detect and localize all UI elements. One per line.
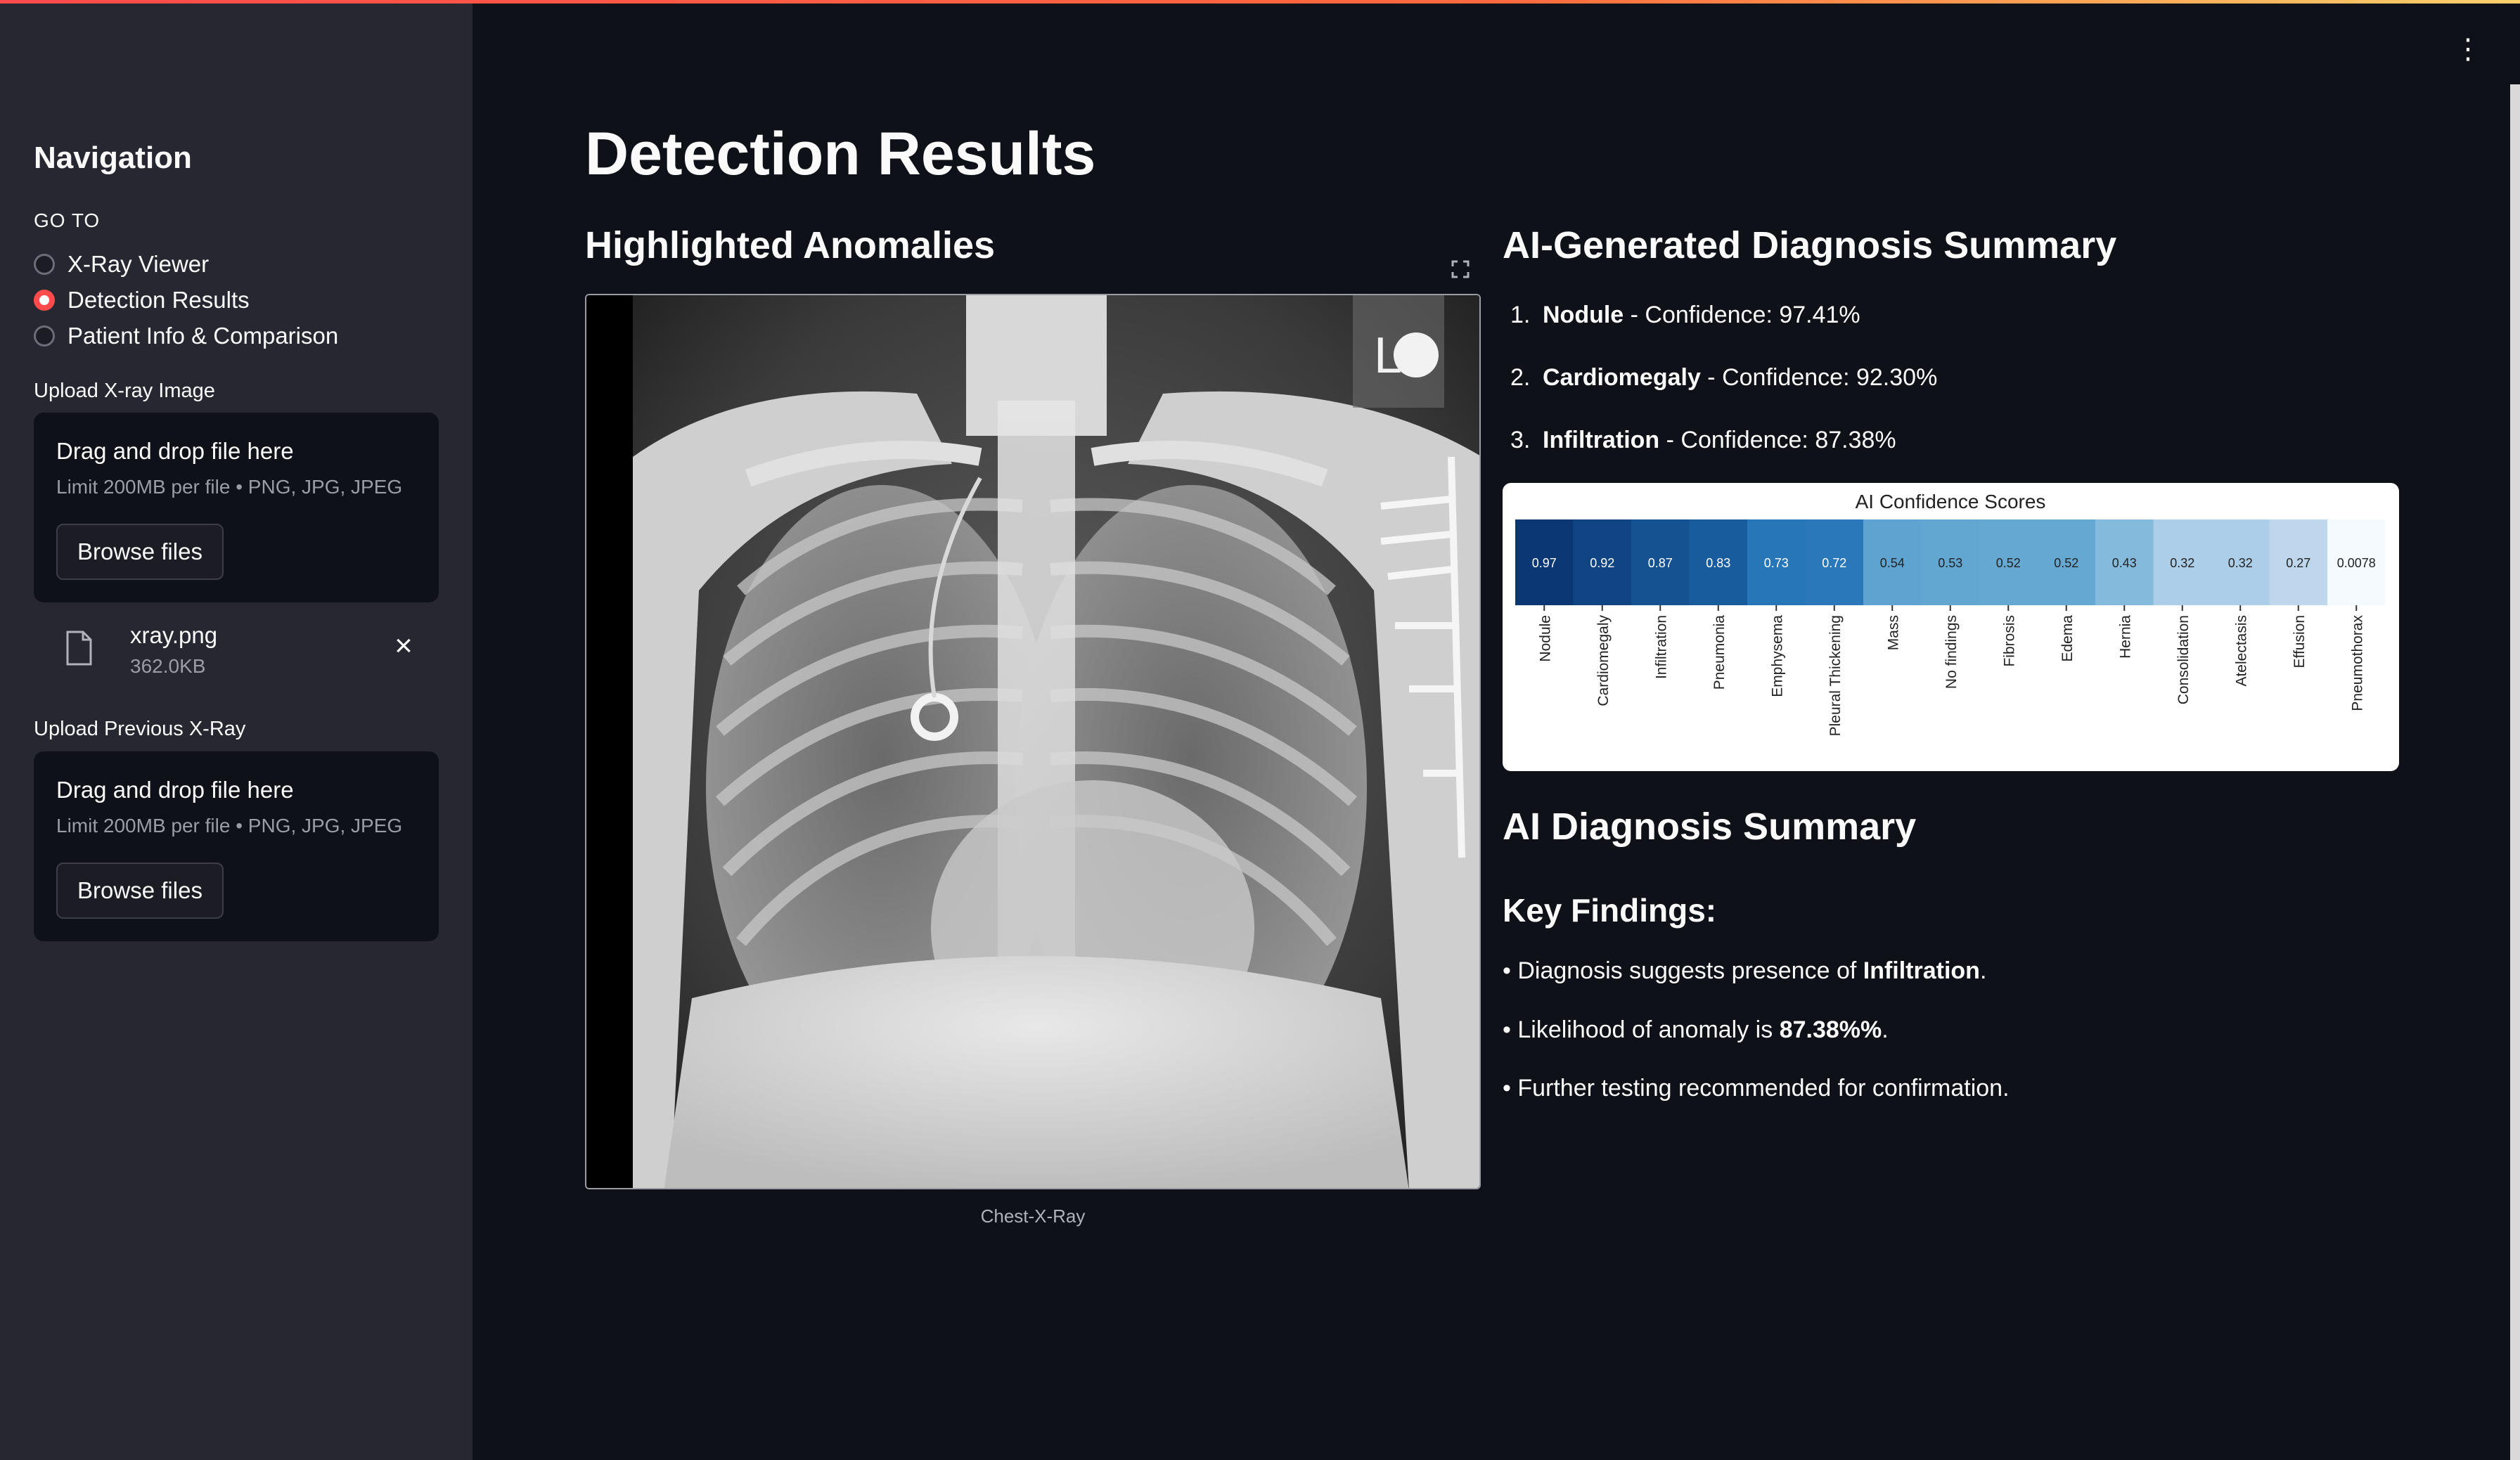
finding-confidence: 92.30% [1856, 364, 1938, 391]
summary-text: • Further testing recommended for confir… [1503, 1075, 2010, 1102]
chest-xray-illustration: L [586, 295, 1479, 1188]
goto-label: GO TO [34, 209, 101, 231]
highlighted-anomalies-heading: Highlighted Anomalies [585, 224, 996, 266]
radio-button-icon[interactable] [34, 254, 55, 275]
heatmap-category-label: Pneumothorax [2349, 615, 2365, 711]
dropzone-title: Drag and drop file here [56, 438, 294, 464]
file-name: xray.png [130, 622, 218, 648]
more-options-icon[interactable]: ⋮ [2454, 35, 2482, 63]
finding-item: 1. Nodule - Confidence: 97.41% [1510, 302, 1860, 329]
radio-detection-results[interactable]: Detection Results [34, 287, 250, 314]
summary-suffix: . [1882, 1016, 1889, 1043]
radio-button-icon[interactable] [34, 325, 55, 347]
summary-suffix: . [1979, 957, 1987, 984]
finding-confidence: 97.41% [1779, 302, 1860, 328]
upload-xray-label: Upload X-ray Image [34, 380, 215, 402]
image-caption: Chest-X-Ray [980, 1206, 1086, 1227]
heatmap-category-label: Infiltration [1653, 615, 1669, 679]
heatmap-value-label: 0.0078 [2337, 556, 2376, 570]
heatmap-value-label: 0.52 [2054, 556, 2078, 570]
finding-name: Cardiomegaly [1543, 364, 1701, 391]
finding-separator: - Confidence: [1659, 427, 1815, 453]
finding-separator: - Confidence: [1624, 302, 1780, 328]
remove-file-icon[interactable]: × [390, 631, 418, 661]
heatmap-category-label: Fibrosis [2001, 615, 2017, 667]
heatmap-category-label: Atelectasis [2233, 615, 2249, 687]
confidence-heatmap-card: AI Confidence Scores 0.97 Nodule 0.92 Cardi… [1503, 483, 2399, 771]
heatmap-category-label: No findings [1943, 615, 1960, 689]
finding-index: 3. [1510, 427, 1531, 453]
heatmap-category-label: Pneumonia [1711, 615, 1728, 690]
heatmap-category-label: Pleural Thickening [1827, 615, 1844, 736]
heatmap-category-label: Cardiomegaly [1595, 615, 1612, 706]
summary-bold: Infiltration [1863, 957, 1980, 984]
finding-confidence: 87.38% [1815, 427, 1896, 453]
radio-patient-info[interactable]: Patient Info & Comparison [34, 323, 338, 349]
browse-files-button[interactable]: Browse files [56, 524, 224, 580]
heatmap-value-label: 0.73 [1764, 556, 1789, 570]
finding-index: 2. [1510, 364, 1531, 391]
heatmap-value-label: 0.54 [1880, 556, 1905, 570]
file-size: 362.0KB [130, 655, 206, 677]
finding-name: Infiltration [1543, 427, 1660, 453]
upload-previous-dropzone[interactable]: Drag and drop file here Limit 200MB per … [34, 751, 439, 941]
finding-index: 1. [1510, 302, 1531, 328]
summary-bold: 87.38%% [1779, 1016, 1882, 1043]
heatmap-category-label: Nodule [1537, 615, 1553, 662]
radio-label: Detection Results [68, 287, 250, 313]
heatmap-value-label: 0.83 [1706, 556, 1730, 570]
heatmap-category-label: Edema [2059, 615, 2076, 662]
heatmap-value-label: 0.32 [2170, 556, 2194, 570]
xray-image: L [585, 294, 1481, 1189]
summary-text: • Diagnosis suggests presence of [1503, 957, 1863, 984]
browse-files-button[interactable]: Browse files [56, 863, 224, 919]
summary-text: • Likelihood of anomaly is [1503, 1016, 1780, 1043]
finding-separator: - Confidence: [1700, 364, 1856, 391]
radio-xray-viewer[interactable]: X-Ray Viewer [34, 251, 209, 278]
confidence-heatmap: AI Confidence Scores 0.97 Nodule 0.92 Cardi… [1515, 491, 2386, 736]
heatmap-value-label: 0.43 [2112, 556, 2137, 570]
scrollbar[interactable] [2510, 84, 2520, 1460]
chart-title: AI Confidence Scores [1856, 491, 2046, 512]
heatmap-value-label: 0.97 [1532, 556, 1557, 570]
heatmap-value-label: 0.32 [2228, 556, 2253, 570]
upload-xray-dropzone[interactable]: Drag and drop file here Limit 200MB per … [34, 413, 439, 602]
finding-name: Nodule [1543, 302, 1624, 328]
finding-item: 2. Cardiomegaly - Confidence: 92.30% [1510, 364, 1937, 392]
heatmap-value-label: 0.87 [1648, 556, 1673, 570]
dropzone-limit: Limit 200MB per file • PNG, JPG, JPEG [56, 815, 403, 836]
sidebar: Navigation GO TO X-Ray Viewer Detection … [0, 4, 472, 1460]
page-title: Detection Results [585, 120, 1096, 188]
radio-label: X-Ray Viewer [68, 251, 210, 277]
heatmap-value-label: 0.53 [1938, 556, 1962, 570]
sidebar-title: Navigation [34, 141, 192, 175]
heatmap-category-label: Hernia [2117, 615, 2133, 659]
fullscreen-icon[interactable] [1450, 259, 1471, 280]
radio-button-selected-icon[interactable] [34, 290, 55, 311]
uploaded-file-row: xray.png 362.0KB × [34, 615, 439, 685]
summary-line: • Further testing recommended for confir… [1503, 1075, 2010, 1102]
upload-previous-label: Upload Previous X-Ray [34, 718, 246, 740]
heatmap-category-label: Mass [1885, 615, 1901, 650]
finding-item: 3. Infiltration - Confidence: 87.38% [1510, 427, 1896, 454]
heatmap-category-label: Consolidation [2175, 615, 2192, 704]
heatmap-value-label: 0.92 [1590, 556, 1614, 570]
key-findings-heading: Key Findings: [1503, 892, 1717, 929]
dropzone-title: Drag and drop file here [56, 777, 294, 803]
heatmap-value-label: 0.52 [1996, 556, 2021, 570]
ai-diagnosis-summary-heading: AI Diagnosis Summary [1503, 806, 1917, 848]
summary-line: • Diagnosis suggests presence of Infiltr… [1503, 957, 1986, 985]
summary-line: • Likelihood of anomaly is 87.38%%. [1503, 1016, 1889, 1044]
file-icon [66, 631, 92, 666]
dropzone-limit: Limit 200MB per file • PNG, JPG, JPEG [56, 476, 403, 498]
heatmap-category-label: Emphysema [1769, 615, 1785, 697]
heatmap-category-label: Effusion [2291, 615, 2308, 668]
heatmap-value-label: 0.72 [1822, 556, 1846, 570]
diagnosis-summary-heading: AI-Generated Diagnosis Summary [1503, 224, 2117, 266]
radio-label: Patient Info & Comparison [68, 323, 339, 349]
heatmap-value-label: 0.27 [2286, 556, 2310, 570]
